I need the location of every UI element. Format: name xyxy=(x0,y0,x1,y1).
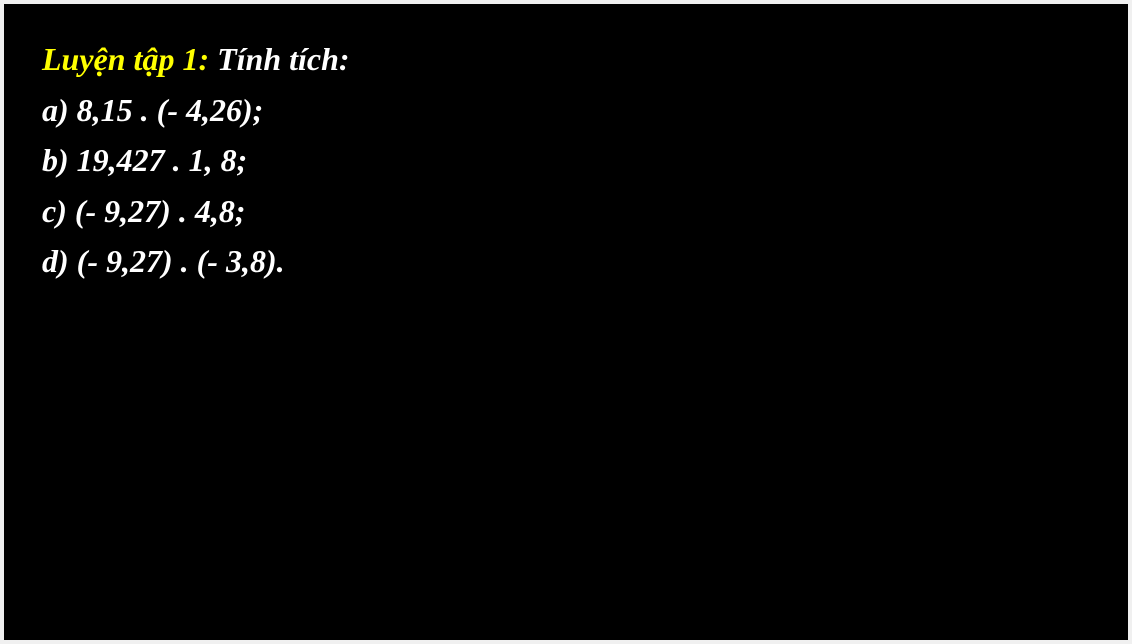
list-item: c) (- 9,27) . 4,8; xyxy=(42,186,1090,237)
exercise-instruction: Tính tích: xyxy=(209,41,349,77)
slide-container: Luyện tập 1: Tính tích: a) 8,15 . (- 4,2… xyxy=(4,4,1128,640)
list-item: b) 19,427 . 1, 8; xyxy=(42,135,1090,186)
title-line: Luyện tập 1: Tính tích: xyxy=(42,34,1090,85)
list-item: a) 8,15 . (- 4,26); xyxy=(42,85,1090,136)
exercise-title: Luyện tập 1: xyxy=(42,41,209,77)
list-item: d) (- 9,27) . (- 3,8). xyxy=(42,236,1090,287)
